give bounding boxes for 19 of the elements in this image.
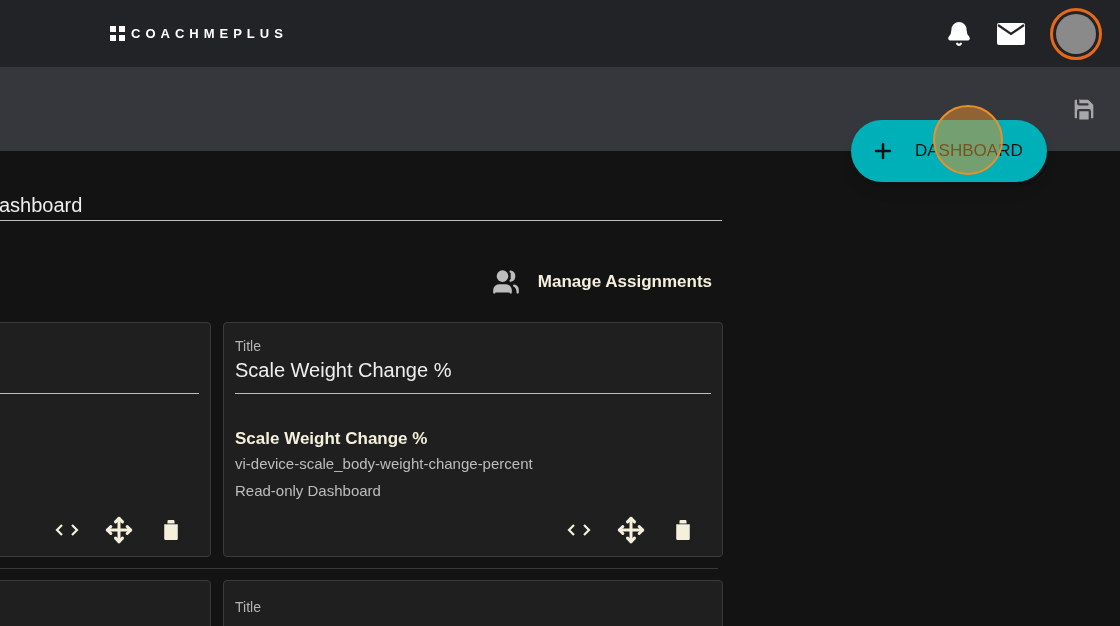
dashboard-type: Read-only Dashboard: [235, 481, 382, 501]
title-value: Scale Weight Change %: [235, 358, 453, 383]
logo-text: COACHMEPLUS: [131, 24, 288, 43]
people-icon: [491, 268, 520, 296]
title-field[interactable]: Title Scale Weight Change %: [235, 337, 711, 394]
dashboard-name-field[interactable]: ashboard: [0, 189, 722, 221]
logo-icon: [110, 26, 125, 41]
title-label: Title: [235, 599, 261, 615]
title-label: Title: [235, 337, 262, 355]
manage-assignments-button[interactable]: Manage Assignments: [491, 268, 712, 296]
mail-icon[interactable]: [996, 21, 1026, 46]
move-icon[interactable]: [105, 516, 133, 544]
user-avatar[interactable]: [1050, 7, 1102, 60]
logo[interactable]: COACHMEPLUS: [110, 23, 288, 44]
notification-bell-icon[interactable]: [946, 20, 972, 47]
dashboard-name: ashboard: [0, 192, 83, 218]
move-icon[interactable]: [617, 516, 645, 544]
metric-name: Scale Weight Change %: [235, 428, 429, 450]
metric-id: vi-device-scale_body-weight-change-percent: [235, 454, 534, 474]
